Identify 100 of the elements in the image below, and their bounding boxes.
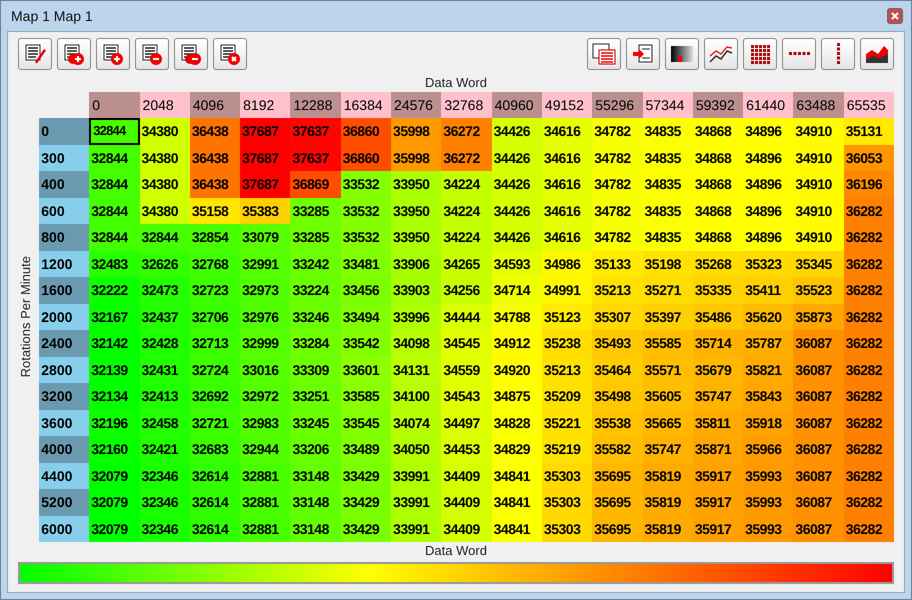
table-cell[interactable]: 32721 [190,410,240,436]
table-cell[interactable]: 32614 [190,516,240,542]
table-cell[interactable]: 33429 [340,462,392,489]
table-cell[interactable]: 35993 [743,489,794,516]
table-cell[interactable]: 33991 [391,489,442,516]
table-cell[interactable]: 35268 [692,250,744,277]
table-cell[interactable]: 32431 [140,356,190,383]
table-cell[interactable]: 36438 [190,171,240,198]
table-cell[interactable]: 33246 [290,304,341,330]
table-cell[interactable]: 35993 [743,462,794,489]
table-cell[interactable]: 36087 [793,516,844,542]
table-cell[interactable]: 36282 [844,410,894,436]
table-cell[interactable]: 32844 [89,144,140,171]
table-cell[interactable]: 33148 [290,516,341,542]
table-cell[interactable]: 34896 [743,144,794,171]
table-cell[interactable]: 33429 [340,516,392,542]
table-cell[interactable]: 37687 [240,171,290,198]
table-cell[interactable]: 33991 [391,516,442,542]
table-cell[interactable]: 35819 [642,516,693,542]
table-cell[interactable]: 34991 [542,277,592,304]
table-cell[interactable]: 34896 [743,171,794,198]
table-cell[interactable]: 35843 [743,383,794,410]
table-cell[interactable]: 36282 [844,304,894,330]
table-cell[interactable]: 32483 [89,250,140,277]
table-cell[interactable]: 35303 [542,516,592,542]
table-cell[interactable]: 32991 [240,250,290,277]
table-cell[interactable]: 32079 [89,516,140,542]
table-cell[interactable]: 34409 [441,489,492,516]
table-cell[interactable]: 34910 [793,118,844,144]
table-cell[interactable]: 35523 [793,277,844,304]
toolbar-button[interactable] [860,38,894,70]
close-button[interactable] [887,8,903,24]
toolbar-button[interactable] [626,38,660,70]
table-cell[interactable]: 35323 [743,250,794,277]
table-cell[interactable]: 32626 [140,250,190,277]
table-cell[interactable]: 34559 [441,356,492,383]
table-cell[interactable]: 34265 [441,250,492,277]
table-cell[interactable]: 35605 [642,383,693,410]
table-cell[interactable]: 32768 [190,250,240,277]
table-cell[interactable]: 35998 [391,144,442,171]
table-cell[interactable]: 37637 [290,144,341,171]
table-cell[interactable]: 32844 [89,224,140,250]
table-cell[interactable]: 36282 [844,462,894,489]
table-cell[interactable]: 35787 [743,330,794,356]
table-cell[interactable]: 35620 [743,304,794,330]
table-cell[interactable]: 35714 [692,330,744,356]
table-cell[interactable]: 32999 [240,330,290,356]
table-cell[interactable]: 34426 [492,224,542,250]
table-cell[interactable]: 34868 [692,171,744,198]
table-cell[interactable]: 34835 [642,171,693,198]
table-cell[interactable]: 32683 [190,436,240,462]
table-cell[interactable]: 32421 [140,436,190,462]
toolbar-button[interactable] [96,38,130,70]
table-cell[interactable]: 35486 [692,304,744,330]
table-cell[interactable]: 32881 [240,489,290,516]
table-cell[interactable]: 36087 [793,462,844,489]
table-cell[interactable]: 35585 [642,330,693,356]
table-cell[interactable]: 34453 [441,436,492,462]
table-cell[interactable]: 35998 [391,118,442,144]
table-cell[interactable]: 35571 [642,356,693,383]
table-cell[interactable]: 35271 [642,277,693,304]
table-cell[interactable]: 32713 [190,330,240,356]
table-cell[interactable]: 34782 [592,118,643,144]
table-cell[interactable]: 32983 [240,410,290,436]
table-cell[interactable]: 34224 [441,198,492,224]
table-cell[interactable]: 34835 [642,144,693,171]
table-cell[interactable]: 34896 [743,118,794,144]
table-cell[interactable]: 36860 [340,144,392,171]
table-cell[interactable]: 33489 [340,436,392,462]
table-cell[interactable]: 32134 [89,383,140,410]
table-cell[interactable]: 33285 [290,224,341,250]
toolbar-button[interactable] [821,38,855,70]
table-cell[interactable]: 35383 [240,198,290,224]
table-cell[interactable]: 34131 [391,356,442,383]
table-cell[interactable]: 34380 [140,171,190,198]
table-cell[interactable]: 34910 [793,198,844,224]
table-cell[interactable]: 34409 [441,516,492,542]
table-cell[interactable]: 36282 [844,250,894,277]
table-cell[interactable]: 35871 [692,436,744,462]
table-cell[interactable]: 34100 [391,383,442,410]
table-cell[interactable]: 34835 [642,198,693,224]
table-cell[interactable]: 35582 [592,436,643,462]
table-cell[interactable]: 32973 [240,277,290,304]
toolbar-button[interactable] [135,38,169,70]
table-cell[interactable]: 34782 [592,144,643,171]
table-cell[interactable]: 34910 [793,144,844,171]
table-cell[interactable]: 34444 [441,304,492,330]
table-cell[interactable]: 34543 [441,383,492,410]
table-cell[interactable]: 36196 [844,171,894,198]
table-cell[interactable]: 32437 [140,304,190,330]
table-cell[interactable]: 34896 [743,198,794,224]
table-cell[interactable]: 35198 [642,250,693,277]
table-cell[interactable]: 35464 [592,356,643,383]
table-cell[interactable]: 36282 [844,436,894,462]
table-cell[interactable]: 33585 [340,383,392,410]
table-cell[interactable]: 35538 [592,410,643,436]
table-cell[interactable]: 36282 [844,277,894,304]
table-cell[interactable]: 35411 [743,277,794,304]
table-cell[interactable]: 33903 [391,277,442,304]
table-cell[interactable]: 34098 [391,330,442,356]
